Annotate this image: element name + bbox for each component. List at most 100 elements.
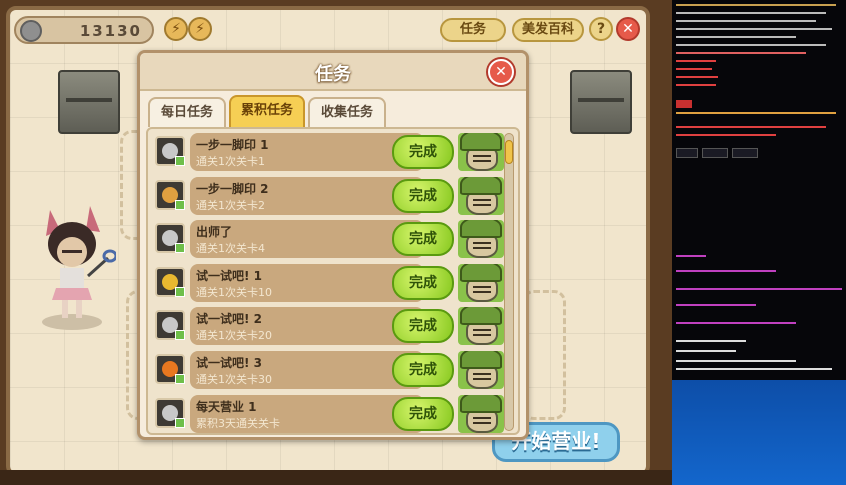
stylist-character[interactable] <box>36 196 116 334</box>
coin-counter: 13130 <box>14 16 154 44</box>
gear-icon <box>155 310 185 341</box>
potion-icon <box>155 179 185 210</box>
chat-line <box>676 76 718 78</box>
task-row: 试一试吧! 1 通关1次关卡10 完成 <box>152 263 504 302</box>
task-dialog: 任务 ✕ 每日任务 累积任务 收集任务 一步一脚印 1 通关1次关卡1 完成 一步一脚… <box>137 50 529 440</box>
coin-icon <box>155 266 185 297</box>
chat-line <box>676 288 842 290</box>
chat-line <box>676 360 796 362</box>
task-name: 试一试吧! 2 <box>196 312 263 327</box>
face-helmet <box>460 351 502 369</box>
chat-tab[interactable] <box>702 148 728 158</box>
chat-line <box>676 270 776 272</box>
task-description: 通关1次关卡10 <box>196 285 272 299</box>
complete-button[interactable]: 完成 <box>392 135 454 169</box>
complete-button[interactable]: 完成 <box>392 178 454 213</box>
task-icon-tag <box>175 330 185 341</box>
chat-line <box>676 100 692 108</box>
reward-character-icon <box>458 133 504 171</box>
face-helmet <box>460 307 502 326</box>
chat-line <box>676 134 776 136</box>
reward-character-icon <box>458 220 504 259</box>
task-name: 试一试吧! 1 <box>196 268 263 283</box>
task-button[interactable]: 任务 <box>440 18 506 42</box>
gear-icon <box>155 397 185 428</box>
energy-bolt-icon-1[interactable]: ⚡ <box>164 17 188 41</box>
task-row: 一步一脚印 1 通关1次关卡1 完成 <box>152 133 504 171</box>
task-row: 一步一脚印 2 通关1次关卡2 完成 <box>152 176 504 215</box>
task-icon-tag <box>175 243 185 254</box>
reward-character-icon <box>458 307 504 346</box>
chat-tab[interactable] <box>676 148 698 158</box>
encyclopedia-button[interactable]: 美发百科 <box>512 18 584 42</box>
complete-button[interactable]: 完成 <box>392 265 454 300</box>
exit-button[interactable]: ✕ <box>616 17 640 41</box>
bottom-decor-strip <box>0 470 672 485</box>
desktop-background <box>672 380 846 485</box>
gear-icon <box>155 136 185 166</box>
chat-line <box>676 304 756 306</box>
chat-line <box>676 112 836 114</box>
tab-daily-tasks[interactable]: 每日任务 <box>148 97 226 127</box>
task-description: 通关1次关卡1 <box>196 155 265 168</box>
task-name: 试一试吧! 3 <box>196 356 263 370</box>
gear-icon <box>155 223 185 254</box>
task-list-scrollbar[interactable] <box>504 133 514 431</box>
reward-character-icon <box>458 351 504 389</box>
reward-character-icon <box>458 176 504 215</box>
tab-collection-tasks[interactable]: 收集任务 <box>308 97 386 127</box>
chat-line <box>676 368 832 370</box>
task-description: 通关1次关卡4 <box>196 242 265 256</box>
task-description: 通关1次关卡2 <box>196 198 265 212</box>
help-button[interactable]: ? <box>589 17 613 41</box>
game-viewport: 13130 ⚡ ⚡ 任务 美发百科 ? ✕ 开始营业! 任务 ✕ 每日任务 累积… <box>0 0 672 485</box>
right-shelf <box>570 70 632 134</box>
reward-character-icon <box>458 263 504 302</box>
task-description: 通关1次关卡20 <box>196 329 272 343</box>
dialog-title: 任务 <box>315 64 351 85</box>
chat-line <box>676 68 712 70</box>
chat-line <box>676 4 836 6</box>
chat-line <box>676 84 716 86</box>
chat-line <box>676 340 746 342</box>
chat-line <box>676 350 736 352</box>
complete-button[interactable]: 完成 <box>392 309 454 344</box>
face-helmet <box>460 133 502 151</box>
chat-line <box>676 60 716 62</box>
chat-tab[interactable] <box>732 148 758 158</box>
task-list[interactable]: 一步一脚印 1 通关1次关卡1 完成 一步一脚印 2 通关1次关卡2 完成 出师了 通关1次关… <box>146 127 520 435</box>
task-icon-tag <box>175 417 185 428</box>
task-row: 试一试吧! 2 通关1次关卡20 完成 <box>152 307 504 346</box>
task-icon-tag <box>175 374 185 384</box>
task-icon-tag <box>175 199 185 210</box>
coin-value: 13130 <box>79 22 142 40</box>
fire-icon <box>155 354 185 384</box>
task-icon-tag <box>175 286 185 297</box>
complete-button[interactable]: 完成 <box>392 396 454 431</box>
complete-button[interactable]: 完成 <box>392 222 454 257</box>
task-icon-tag <box>175 156 185 166</box>
chat-line <box>676 44 826 46</box>
dialog-header: 任务 ✕ <box>140 53 526 91</box>
complete-button[interactable]: 完成 <box>392 353 454 387</box>
face-helmet <box>460 263 502 282</box>
dialog-close-button[interactable]: ✕ <box>488 59 514 85</box>
task-name: 出师了 <box>196 225 233 240</box>
chat-line <box>676 28 832 30</box>
chat-line <box>676 20 816 22</box>
face-helmet <box>460 176 502 195</box>
task-name: 每天营业 1 <box>196 399 257 414</box>
face-helmet <box>460 220 502 239</box>
task-description: 累积3天通关关卡 <box>196 416 280 430</box>
chat-line <box>676 322 796 324</box>
reward-character-icon <box>458 394 504 433</box>
task-row: 出师了通关1次关卡4 完成 <box>152 220 504 259</box>
task-row: 试一试吧! 3 通关1次关卡30 完成 <box>152 351 504 389</box>
left-shelf <box>58 70 120 134</box>
chat-line <box>676 12 826 14</box>
tab-cumulative-tasks[interactable]: 累积任务 <box>229 95 305 127</box>
scroll-thumb[interactable] <box>505 140 513 164</box>
energy-bolt-icon-2[interactable]: ⚡ <box>188 17 212 41</box>
chat-line <box>676 255 706 257</box>
task-row: 每天营业 1 累积3天通关关卡 完成 <box>152 394 504 433</box>
